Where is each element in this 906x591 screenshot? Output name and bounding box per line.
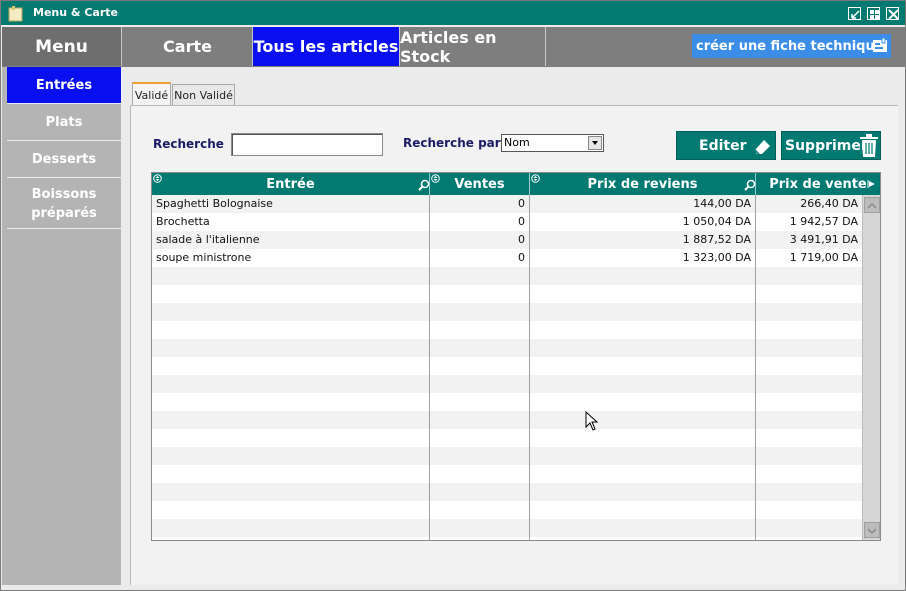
trash-icon [860, 134, 878, 157]
mouse-cursor-icon [585, 411, 599, 431]
cell-prix-reviens: 1 887,52 DA [682, 233, 751, 246]
sort-icon[interactable] [531, 174, 540, 183]
tab-carte[interactable]: Carte [123, 27, 253, 66]
search-by-value: Nom [504, 136, 530, 149]
chevron-down-icon [867, 528, 877, 535]
edit-button[interactable]: Editer [676, 131, 776, 160]
sidebar-item-entrees[interactable]: Entrées [7, 67, 121, 104]
category-sidebar: Entrées Plats Desserts Boissons préparés [2, 67, 121, 585]
eraser-icon [754, 140, 770, 155]
sort-icon[interactable] [431, 174, 440, 183]
main-window: Menu & Carte Menu Carte Tous les article… [0, 0, 906, 591]
delete-button-label: Supprimer [785, 137, 868, 154]
search-input[interactable] [231, 133, 383, 156]
sidebar-item-plats[interactable]: Plats [7, 105, 121, 141]
scroll-up-button[interactable] [864, 197, 880, 213]
table-header: Entrée Ventes Prix de reviens Prix de ve… [152, 173, 880, 195]
close-icon [888, 9, 899, 20]
scroll-down-button[interactable] [864, 522, 880, 538]
tab-tous-les-articles[interactable]: Tous les articles [253, 27, 400, 66]
column-header-prix-reviens[interactable]: Prix de reviens [530, 173, 756, 195]
vertical-scrollbar[interactable] [862, 195, 880, 540]
cell-ventes: 0 [518, 197, 525, 210]
cell-ventes: 0 [518, 251, 525, 264]
create-tech-sheet-button[interactable]: créer une fiche technique [692, 34, 891, 58]
articles-table: Entrée Ventes Prix de reviens Prix de ve… [151, 172, 881, 541]
main-content: Validé Non Validé Recherche Recherche pa… [121, 67, 905, 585]
app-icon [8, 6, 23, 22]
cell-prix-reviens: 144,00 DA [693, 197, 751, 210]
search-by-label: Recherche par : [403, 136, 510, 150]
column-header-prix-vente[interactable]: Prix de vente [756, 173, 880, 195]
cell-prix-reviens: 1 323,00 DA [682, 251, 751, 264]
search-icon[interactable] [744, 179, 756, 191]
column-header-entree-label: Entrée [266, 176, 315, 192]
sidebar-item-desserts[interactable]: Desserts [7, 142, 121, 178]
cell-prix-vente: 266,40 DA [800, 197, 858, 210]
column-header-ventes[interactable]: Ventes [430, 173, 530, 195]
delete-button[interactable]: Supprimer [781, 131, 881, 160]
cell-entree: soupe ministrone [156, 251, 252, 264]
cell-entree: salade à l'italienne [156, 233, 260, 246]
column-menu-icon[interactable] [867, 179, 877, 189]
minimize-button[interactable] [848, 7, 861, 20]
sidebar-item-boissons[interactable]: Boissons préparés [7, 179, 121, 229]
title-bar: Menu & Carte [1, 1, 905, 25]
cell-ventes: 0 [518, 233, 525, 246]
column-divider [529, 195, 530, 540]
column-divider [755, 195, 756, 540]
maximize-icon [870, 10, 879, 19]
column-header-prix-reviens-label: Prix de reviens [587, 176, 698, 192]
cell-prix-vente: 3 491,91 DA [789, 233, 858, 246]
column-header-prix-vente-label: Prix de vente [769, 176, 867, 192]
articles-panel: Recherche Recherche par : Nom Editer Sup… [130, 105, 898, 585]
subtab-non-valide[interactable]: Non Validé [172, 84, 235, 106]
chevron-down-icon [588, 136, 602, 150]
sort-icon[interactable] [153, 174, 162, 183]
cell-prix-vente: 1 942,57 DA [789, 215, 858, 228]
column-header-ventes-label: Ventes [454, 176, 505, 192]
cell-prix-reviens: 1 050,04 DA [682, 215, 751, 228]
create-tech-sheet-label: créer une fiche technique [696, 38, 884, 54]
cell-ventes: 0 [518, 215, 525, 228]
document-icon [873, 38, 887, 52]
tab-articles-en-stock[interactable]: Articles en Stock [400, 27, 546, 66]
column-divider [429, 195, 430, 540]
maximize-button[interactable] [867, 7, 880, 20]
column-header-entree[interactable]: Entrée [152, 173, 430, 195]
search-label: Recherche [153, 137, 224, 151]
tab-menu[interactable]: Menu [2, 27, 122, 66]
minimize-icon [851, 10, 860, 19]
edit-button-label: Editer [699, 137, 747, 154]
subtab-valide[interactable]: Validé [132, 82, 171, 106]
window-title: Menu & Carte [33, 6, 118, 19]
search-by-select[interactable]: Nom [501, 134, 604, 152]
cell-prix-vente: 1 719,00 DA [789, 251, 858, 264]
cell-entree: Spaghetti Bolognaise [156, 197, 273, 210]
close-button[interactable] [886, 7, 899, 20]
cell-entree: Brochetta [156, 215, 210, 228]
top-navigation: Menu Carte Tous les articles Articles en… [2, 27, 905, 67]
chevron-up-icon [867, 202, 877, 209]
search-icon[interactable] [418, 179, 430, 191]
